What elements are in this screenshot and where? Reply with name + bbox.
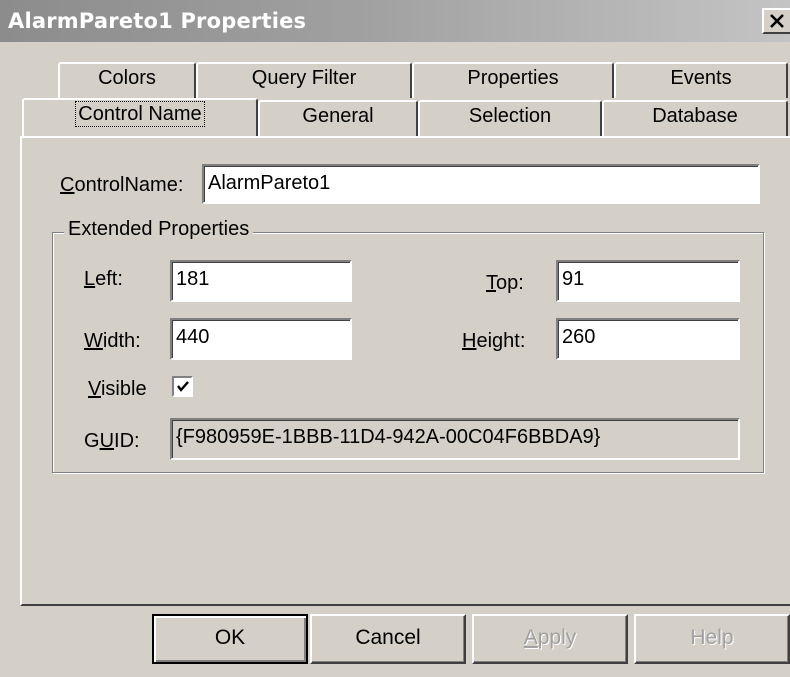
- control-name-label: ControlName:: [60, 174, 184, 196]
- top-input[interactable]: 91: [556, 260, 740, 302]
- apply-button[interactable]: Apply: [472, 614, 628, 664]
- tab-label: Events: [670, 67, 732, 89]
- window-title: AlarmPareto1 Properties: [8, 9, 307, 33]
- guid-field: {F980959E-1BBB-11D4-942A-00C04F6BBDA9}: [170, 418, 740, 460]
- tab-query-filter[interactable]: Query Filter: [196, 62, 412, 98]
- left-input[interactable]: 181: [170, 260, 352, 302]
- visible-label: Visible: [88, 378, 147, 400]
- tab-events[interactable]: Events: [614, 62, 788, 98]
- tab-general[interactable]: General: [258, 100, 418, 136]
- tab-properties[interactable]: Properties: [412, 62, 614, 98]
- left-label: Left:: [84, 268, 123, 290]
- height-input[interactable]: 260: [556, 318, 740, 360]
- tab-control-name[interactable]: Control Name: [22, 98, 258, 136]
- group-title: Extended Properties: [64, 218, 254, 241]
- ok-button-label: OK: [214, 626, 246, 649]
- tab-label: Properties: [467, 67, 559, 89]
- guid-label: GUID:: [84, 430, 140, 452]
- tab-label: Query Filter: [251, 67, 357, 89]
- tab-label: Selection: [468, 105, 552, 127]
- tab-label: Database: [652, 105, 738, 127]
- cancel-button-label: Cancel: [355, 626, 421, 649]
- height-label: Height:: [462, 330, 526, 352]
- top-label: Top:: [486, 272, 524, 294]
- tab-label: General: [302, 105, 374, 127]
- apply-button-label: Apply: [523, 626, 577, 649]
- help-button-label: Help: [690, 626, 734, 649]
- title-bar: AlarmPareto1 Properties: [0, 0, 790, 42]
- control-name-input[interactable]: AlarmPareto1: [202, 164, 760, 204]
- help-button[interactable]: Help: [634, 614, 790, 664]
- tab-label: Colors: [98, 67, 156, 89]
- checkmark-icon: [177, 381, 189, 392]
- width-input[interactable]: 440: [170, 318, 352, 360]
- ok-button[interactable]: OK: [152, 614, 308, 664]
- close-icon: [770, 14, 784, 28]
- tab-label: Control Name: [75, 101, 205, 127]
- tab-selection[interactable]: Selection: [418, 100, 602, 136]
- width-label: Width:: [84, 330, 141, 352]
- cancel-button[interactable]: Cancel: [310, 614, 466, 664]
- tab-colors[interactable]: Colors: [58, 62, 196, 98]
- tab-database[interactable]: Database: [602, 100, 788, 136]
- visible-checkbox[interactable]: [172, 376, 193, 397]
- close-button[interactable]: [762, 8, 790, 34]
